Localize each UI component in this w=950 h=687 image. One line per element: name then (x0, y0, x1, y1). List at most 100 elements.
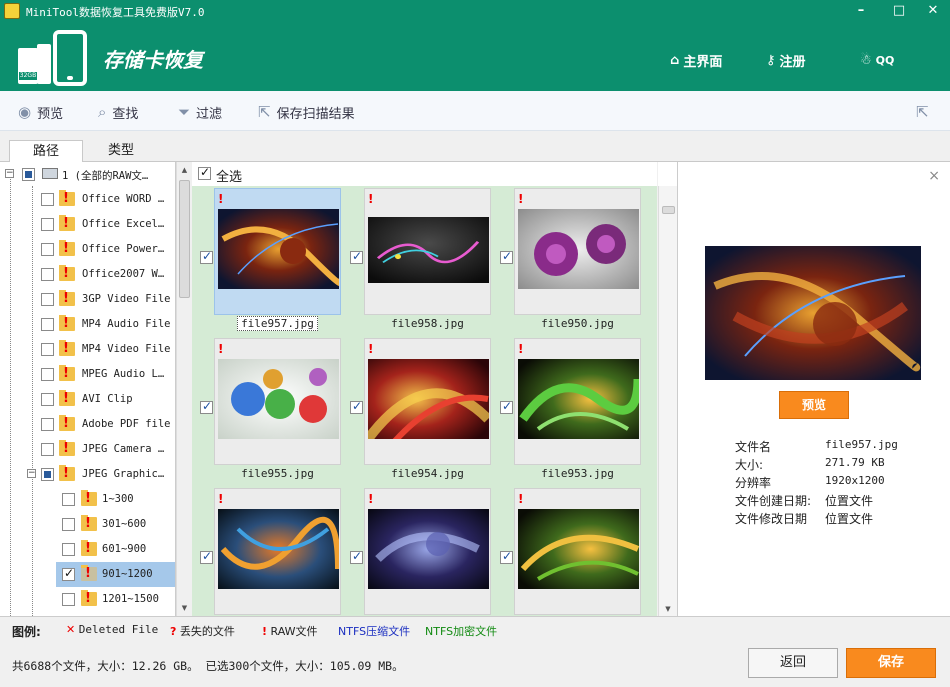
tab-type[interactable]: 类型 (84, 140, 158, 163)
tree-checkbox[interactable] (41, 443, 54, 456)
raw-exclamation-icon: ! (63, 366, 69, 381)
tree-item[interactable]: ! Office WORD … (0, 187, 175, 212)
minimize-button[interactable]: – (848, 2, 874, 20)
file-checkbox[interactable] (350, 249, 363, 264)
raw-exclamation-icon: ! (63, 466, 69, 481)
preview-tool-button[interactable]: ◉ 预览 (18, 103, 63, 122)
grid-scrollbar[interactable]: ▼ (658, 186, 677, 616)
file-name[interactable]: file958.jpg (364, 317, 491, 330)
file-checkbox[interactable] (500, 399, 513, 414)
legend-title: 图例: (12, 625, 41, 639)
tree-checkbox[interactable] (62, 493, 75, 506)
file-name[interactable]: file954.jpg (364, 467, 491, 480)
file-name[interactable]: file957.jpg (214, 316, 341, 331)
tree-checkbox[interactable] (41, 393, 54, 406)
tab-path[interactable]: 路径 (9, 140, 83, 163)
preview-image (705, 246, 921, 380)
tree-checkbox[interactable] (41, 218, 54, 231)
window-title: MiniTool数据恢复工具免费版V7.0 (26, 6, 205, 19)
select-all-checkbox[interactable] (198, 165, 211, 180)
tree-item[interactable]: ! MPEG Audio L… (0, 362, 175, 387)
tree-subitem[interactable]: ! 1201~1500 (0, 587, 175, 612)
save-scan-button[interactable]: ⇱ 保存扫描结果 (258, 103, 355, 122)
file-checkbox[interactable] (200, 399, 213, 414)
tree-checkbox[interactable] (62, 518, 75, 531)
legend-ntfs-compressed: NTFS压缩文件 (338, 625, 411, 638)
nav-register-button[interactable]: ⚷ 注册 (766, 50, 806, 70)
collapse-icon[interactable]: − (27, 469, 36, 478)
tree-subitem[interactable]: ! 301~600 (0, 512, 175, 537)
raw-exclamation-icon: ! (85, 566, 91, 581)
tree-item[interactable]: ! MP4 Video File (0, 337, 175, 362)
tree-item[interactable]: ! Office2007 W… (0, 262, 175, 287)
tree-checkbox[interactable] (62, 566, 75, 581)
drive-icon (42, 168, 58, 179)
tree-subitem[interactable]: ! 1~300 (0, 487, 175, 512)
file-name[interactable]: file955.jpg (214, 467, 341, 480)
filter-tool-button[interactable]: ⏷ 过滤 (178, 103, 222, 122)
close-preview-icon[interactable]: × (928, 168, 940, 184)
tree-item[interactable]: ! Adobe PDF file (0, 412, 175, 437)
file-name[interactable]: file950.jpg (514, 317, 641, 330)
tree-item[interactable]: ! 3GP Video File (0, 287, 175, 312)
toolbar: ◉ 预览 ⌕ 查找 ⏷ 过滤 ⇱ 保存扫描结果 ⇱ (0, 91, 950, 131)
file-checkbox[interactable] (200, 549, 213, 564)
search-icon: ⌕ (98, 103, 107, 121)
tree-checkbox[interactable] (62, 593, 75, 606)
raw-exclamation-icon: ! (218, 192, 224, 206)
file-thumbnail[interactable]: ! (214, 488, 341, 615)
raw-exclamation-icon: ! (63, 291, 69, 306)
tree-checkbox[interactable] (41, 343, 54, 356)
tree-item[interactable]: − ! JPEG Graphic… (0, 462, 175, 487)
tree-root[interactable]: − 1 (全部的RAW文… (0, 162, 175, 187)
share-button[interactable]: ⇱ (916, 103, 929, 121)
file-checkbox[interactable] (350, 399, 363, 414)
tree-checkbox[interactable] (41, 318, 54, 331)
file-checkbox[interactable] (350, 549, 363, 564)
file-checkbox[interactable] (200, 249, 213, 264)
tree-scrollbar-thumb[interactable] (179, 180, 190, 298)
file-thumbnail[interactable]: ! (364, 488, 491, 615)
tree-item[interactable]: ! MP4 Audio File (0, 312, 175, 337)
tree-subitem[interactable]: ! 901~1200 (56, 562, 175, 587)
file-thumbnail[interactable]: ! (514, 488, 641, 615)
save-button[interactable]: 保存 (846, 648, 936, 678)
file-name[interactable]: file953.jpg (514, 467, 641, 480)
file-thumbnail[interactable]: ! (214, 188, 341, 315)
collapse-icon[interactable]: − (5, 169, 14, 178)
file-thumbnail[interactable]: ! (214, 338, 341, 465)
close-window-button[interactable]: ✕ (920, 2, 946, 20)
raw-exclamation-icon: ! (368, 192, 374, 206)
tree-checkbox[interactable] (41, 418, 54, 431)
file-thumbnail[interactable]: ! (364, 188, 491, 315)
tree-item[interactable]: ! Office Excel… (0, 212, 175, 237)
tree-checkbox[interactable] (41, 193, 54, 206)
tree-checkbox[interactable] (22, 168, 35, 181)
nav-home-button[interactable]: ⌂ 主界面 (670, 50, 722, 70)
tree-item[interactable]: ! JPEG Camera … (0, 437, 175, 462)
file-thumbnail[interactable]: ! (364, 338, 491, 465)
maximize-button[interactable]: □ (886, 2, 912, 20)
tree-checkbox[interactable] (41, 293, 54, 306)
file-thumbnail[interactable]: ! (514, 188, 641, 315)
find-tool-button[interactable]: ⌕ 查找 (98, 103, 138, 122)
qq-penguin-icon: ☃ (860, 52, 872, 68)
tree-checkbox[interactable] (41, 268, 54, 281)
file-checkbox[interactable] (500, 549, 513, 564)
tree-checkbox[interactable] (41, 368, 54, 381)
nav-qq-button[interactable]: ☃ QQ (860, 50, 894, 70)
grid-scrollbar-thumb[interactable] (662, 206, 675, 214)
tree-item[interactable]: ! AVI Clip (0, 387, 175, 412)
preview-button[interactable]: 预览 (779, 391, 849, 419)
back-button[interactable]: 返回 (748, 648, 838, 678)
app-icon (4, 3, 20, 19)
tree-scrollbar[interactable]: ▲ ▼ (176, 162, 192, 616)
file-checkbox[interactable] (500, 249, 513, 264)
file-thumbnail[interactable]: ! (514, 338, 641, 465)
tree-item[interactable]: ! Office Power… (0, 237, 175, 262)
tree-checkbox[interactable] (41, 468, 54, 481)
tree-checkbox[interactable] (41, 243, 54, 256)
share-icon: ⇱ (916, 103, 929, 121)
tree-subitem[interactable]: ! 601~900 (0, 537, 175, 562)
tree-checkbox[interactable] (62, 543, 75, 556)
